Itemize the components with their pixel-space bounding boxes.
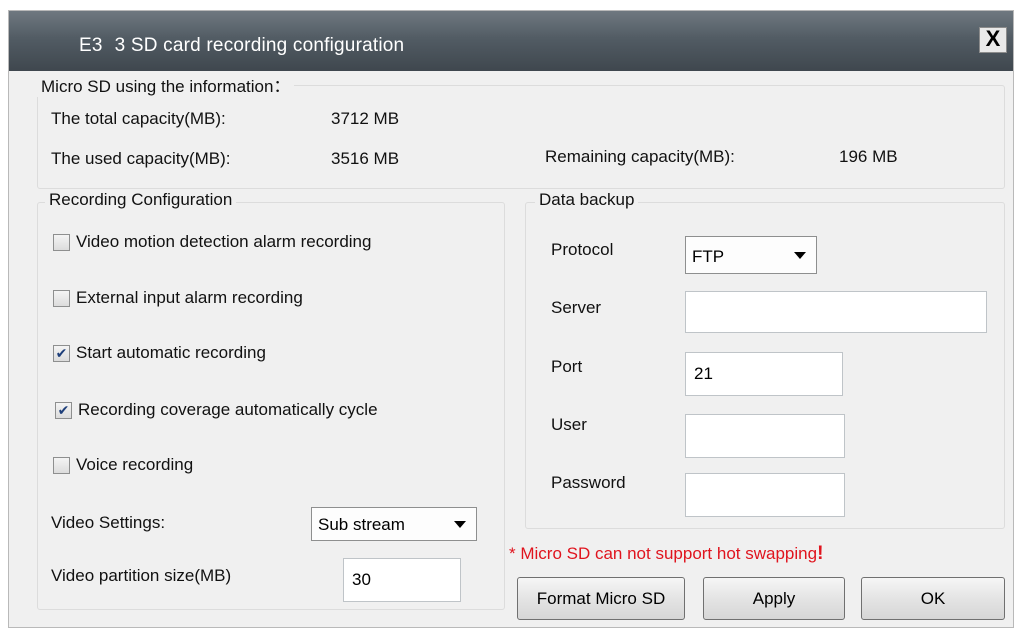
partition-size-label: Video partition size(MB): [51, 566, 232, 585]
remaining-capacity-value: 196 MB: [839, 147, 898, 166]
motion-detection-label: Video motion detection alarm recording: [76, 232, 372, 251]
auto-recording-checkbox[interactable]: ✔: [53, 344, 70, 362]
warning-star: *: [509, 544, 516, 563]
protocol-value: FTP: [692, 247, 725, 266]
motion-detection-option[interactable]: Video motion detection alarm recording: [53, 232, 371, 252]
voice-recording-label: Voice recording: [76, 455, 194, 474]
window-title: E3 3 SD card recording configuration: [79, 35, 405, 56]
video-settings-label: Video Settings:: [51, 513, 166, 532]
used-capacity-value: 3516 MB: [331, 149, 400, 168]
recording-config-legend: Recording Configuration: [45, 190, 237, 210]
coverage-cycle-checkbox[interactable]: ✔: [55, 401, 72, 419]
protocol-label: Protocol: [551, 240, 614, 259]
apply-button[interactable]: Apply: [703, 577, 845, 620]
chevron-down-icon: [454, 521, 466, 528]
used-capacity-label: The used capacity(MB):: [51, 149, 231, 168]
server-input[interactable]: [685, 291, 987, 333]
hot-swap-warning: * Micro SD can not support hot swapping!: [509, 543, 823, 565]
port-label: Port: [551, 357, 583, 376]
total-capacity-label: The total capacity(MB):: [51, 109, 226, 128]
motion-detection-checkbox[interactable]: [53, 233, 70, 251]
password-input[interactable]: [685, 473, 845, 517]
warning-text: Micro SD can not support hot swapping: [515, 544, 818, 563]
coverage-cycle-label: Recording coverage automatically cycle: [78, 400, 378, 419]
sd-info-heading: Micro SD using the information：: [37, 72, 295, 97]
voice-recording-checkbox[interactable]: [53, 456, 70, 474]
sd-info-group: [37, 85, 1005, 189]
format-micro-sd-button[interactable]: Format Micro SD: [517, 577, 685, 620]
sd-card-config-dialog: E3 3 SD card recording configuration X M…: [8, 10, 1014, 628]
video-settings-value: Sub stream: [318, 515, 405, 534]
data-backup-legend: Data backup: [535, 190, 639, 210]
external-input-label: External input alarm recording: [76, 288, 303, 307]
auto-recording-label: Start automatic recording: [76, 343, 266, 362]
ok-button[interactable]: OK: [861, 577, 1005, 620]
user-input[interactable]: [685, 414, 845, 458]
port-input[interactable]: 21: [685, 352, 843, 396]
voice-recording-option[interactable]: Voice recording: [53, 455, 193, 475]
remaining-capacity-label: Remaining capacity(MB):: [545, 147, 735, 166]
protocol-select[interactable]: FTP: [685, 236, 817, 274]
external-input-checkbox[interactable]: [53, 289, 70, 307]
warning-exclamation: !: [817, 543, 824, 564]
password-label: Password: [551, 473, 626, 492]
title-bar[interactable]: E3 3 SD card recording configuration X: [9, 11, 1013, 71]
partition-size-input[interactable]: 30: [343, 558, 461, 602]
chevron-down-icon: [794, 252, 806, 259]
coverage-cycle-option[interactable]: ✔ Recording coverage automatically cycle: [55, 400, 378, 420]
close-button[interactable]: X: [979, 27, 1007, 53]
server-label: Server: [551, 298, 602, 317]
user-label: User: [551, 415, 587, 434]
video-settings-select[interactable]: Sub stream: [311, 507, 477, 541]
total-capacity-value: 3712 MB: [331, 109, 400, 128]
auto-recording-option[interactable]: ✔ Start automatic recording: [53, 343, 266, 363]
external-input-option[interactable]: External input alarm recording: [53, 288, 303, 308]
